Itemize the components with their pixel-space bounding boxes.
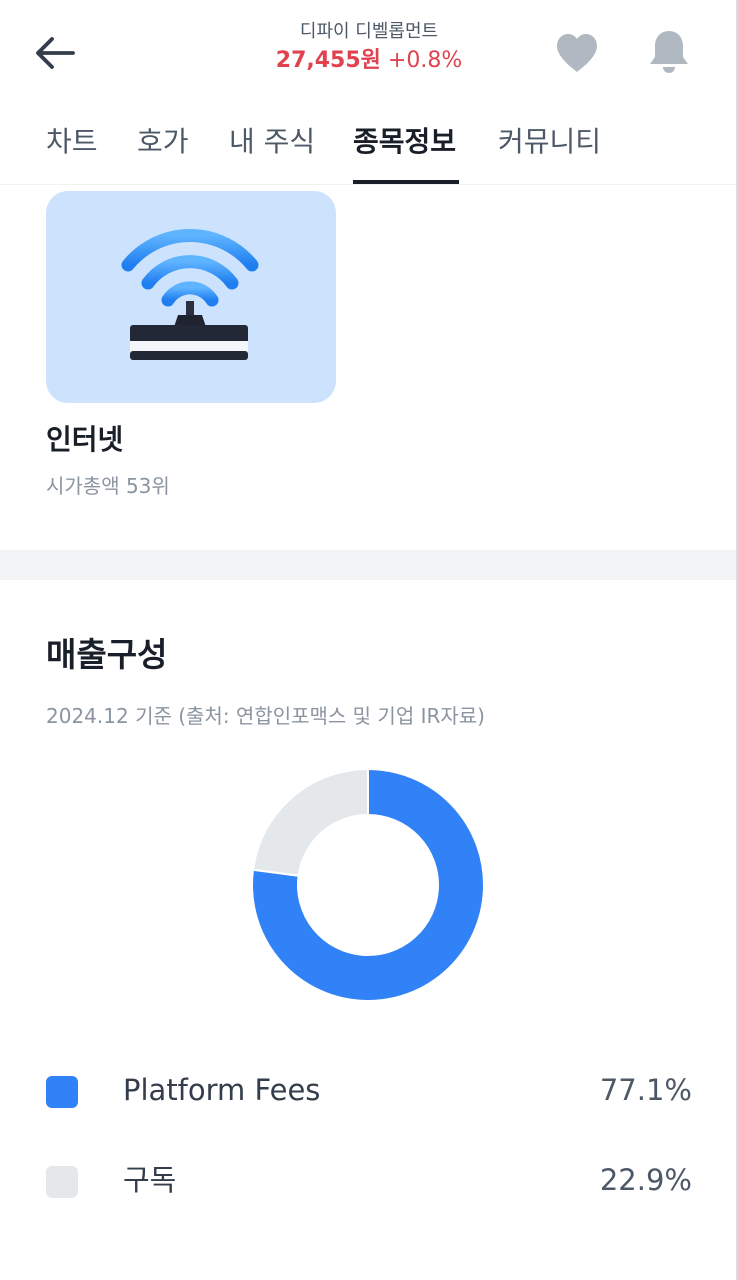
notification-button[interactable] bbox=[646, 28, 692, 76]
stock-title: 디파이 디벨롭먼트 27,455원 +0.8% bbox=[0, 20, 738, 76]
revenue-title: 매출구성 bbox=[46, 635, 168, 674]
category-name: 인터넷 bbox=[46, 423, 124, 456]
price-change: +0.8% bbox=[387, 48, 463, 73]
revenue-donut-chart bbox=[251, 767, 485, 1002]
legend-row-subscription: 구독 22.9% bbox=[0, 1156, 738, 1206]
tab-chart[interactable]: 차트 bbox=[46, 124, 98, 160]
category-card[interactable] bbox=[46, 191, 336, 403]
favorite-button[interactable] bbox=[554, 32, 600, 74]
tab-community[interactable]: 커뮤니티 bbox=[498, 124, 601, 160]
wifi-router-icon bbox=[121, 229, 259, 360]
price-line: 27,455원 +0.8% bbox=[0, 46, 738, 76]
stock-name: 디파이 디벨롭먼트 bbox=[299, 21, 439, 42]
section-divider bbox=[0, 550, 738, 580]
legend-row-platform-fees: Platform Fees 77.1% bbox=[0, 1066, 738, 1116]
legend-value: 77.1% bbox=[599, 1073, 692, 1107]
tab-orderbook[interactable]: 호가 bbox=[137, 124, 189, 160]
tab-my-stock[interactable]: 내 주식 bbox=[229, 124, 315, 160]
top-header: 디파이 디벨롭먼트 27,455원 +0.8% bbox=[0, 0, 738, 110]
donut-slice-1 bbox=[251, 767, 369, 877]
legend-label: 구독 bbox=[123, 1163, 177, 1197]
active-tab-indicator bbox=[353, 180, 459, 184]
category-rank: 시가총액 53위 bbox=[46, 474, 170, 498]
tab-stock-info[interactable]: 종목정보 bbox=[353, 124, 456, 160]
legend-swatch bbox=[46, 1166, 78, 1198]
bell-icon bbox=[650, 31, 688, 73]
legend-swatch bbox=[46, 1076, 78, 1108]
legend-value: 22.9% bbox=[599, 1163, 692, 1197]
legend-label: Platform Fees bbox=[123, 1073, 321, 1107]
heart-icon bbox=[557, 34, 597, 72]
revenue-subtitle: 2024.12 기준 (출처: 연합인포맥스 및 기업 IR자료) bbox=[46, 704, 485, 728]
tab-bar: 차트 호가 내 주식 종목정보 커뮤니티 bbox=[0, 110, 738, 185]
current-price: 27,455원 bbox=[275, 48, 381, 73]
